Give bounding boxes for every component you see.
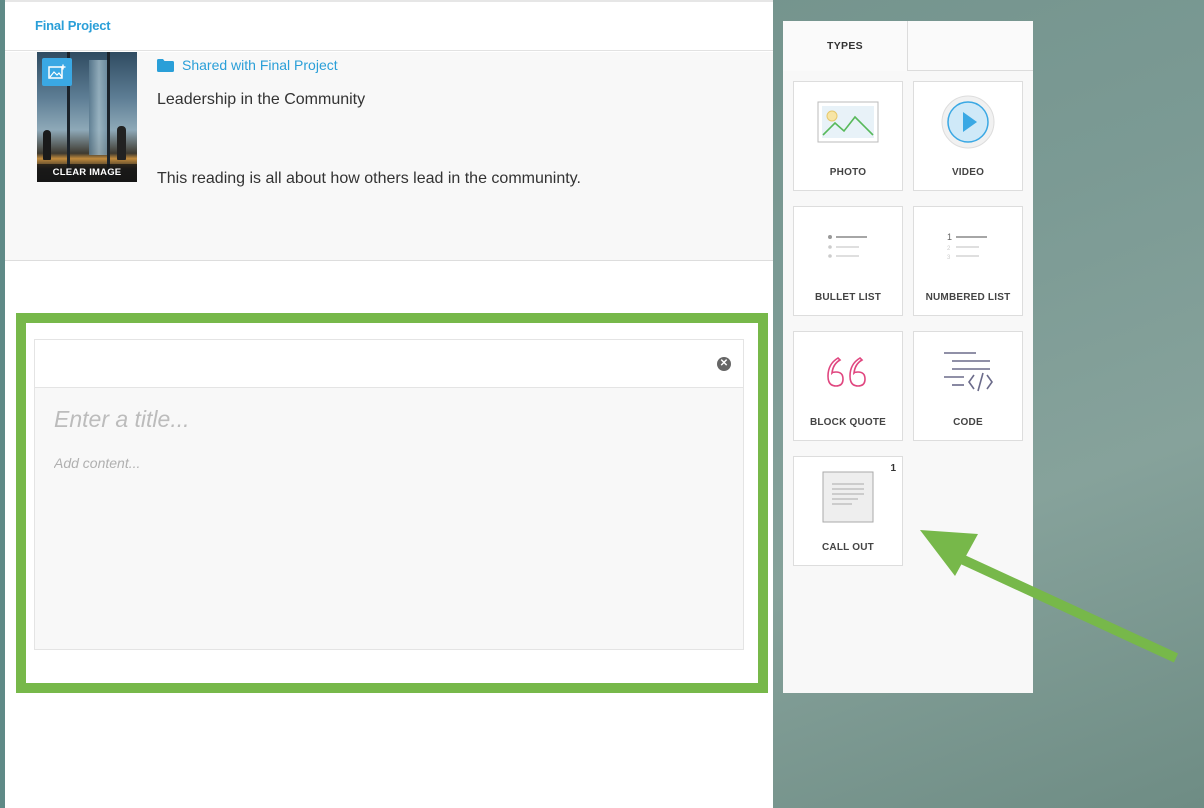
type-call-out[interactable]: 1 CALL OUT (793, 456, 903, 566)
thumbnail-frame (107, 52, 110, 182)
bullet-list-icon (794, 207, 902, 287)
clear-image-button[interactable]: CLEAR IMAGE (37, 164, 137, 182)
shared-label: Shared with Final Project (182, 57, 338, 73)
code-icon (914, 332, 1022, 412)
type-label: BULLET LIST (814, 292, 882, 303)
type-label: CODE (953, 417, 983, 428)
change-image-icon[interactable] (42, 58, 72, 86)
reading-card: CLEAR IMAGE Shared with Final Project Le… (5, 52, 773, 261)
type-label: VIDEO (951, 167, 985, 178)
video-icon (914, 82, 1022, 162)
top-bar: Final Project (5, 0, 773, 51)
svg-text:2: 2 (947, 246, 951, 252)
breadcrumb-final-project[interactable]: Final Project (35, 18, 111, 33)
type-numbered-list[interactable]: 1 2 3 NUMBERED LIST (913, 206, 1023, 316)
thumbnail-person (43, 130, 51, 160)
svg-text:3: 3 (947, 255, 951, 261)
thumbnail-person (117, 126, 126, 160)
callout-editor: ✕ (34, 339, 744, 650)
type-video[interactable]: VIDEO (913, 81, 1023, 191)
type-bullet-list[interactable]: BULLET LIST (793, 206, 903, 316)
reading-description: This reading is all about how others lea… (157, 170, 581, 187)
svg-text:1: 1 (947, 232, 952, 242)
thumbnail-building (89, 60, 109, 155)
close-icon[interactable]: ✕ (717, 357, 731, 371)
type-label: CALL OUT (822, 542, 874, 553)
folder-icon (157, 58, 174, 72)
photo-icon (794, 82, 902, 162)
title-input[interactable] (54, 406, 714, 433)
call-out-icon (794, 457, 902, 537)
tab-types[interactable]: TYPES (783, 21, 908, 71)
reading-title: Leadership in the Community (157, 91, 366, 108)
pointer-arrow (920, 530, 1179, 663)
type-block-quote[interactable]: BLOCK QUOTE (793, 331, 903, 441)
type-photo[interactable]: PHOTO (793, 81, 903, 191)
block-quote-icon (794, 332, 902, 412)
reading-thumbnail: CLEAR IMAGE (37, 52, 137, 182)
editor-header: ✕ (35, 340, 743, 388)
type-label: NUMBERED LIST (925, 292, 1011, 303)
content-input[interactable] (54, 455, 714, 471)
numbered-list-icon: 1 2 3 (914, 207, 1022, 287)
type-code[interactable]: CODE (913, 331, 1023, 441)
main-content: Final Project CLEAR IMAGE Shared with Fi… (5, 0, 773, 808)
shared-with-link[interactable]: Shared with Final Project (157, 57, 338, 73)
panel-tabs: TYPES (783, 21, 1033, 71)
type-label: PHOTO (829, 167, 867, 178)
type-label: BLOCK QUOTE (809, 417, 887, 428)
tab-other[interactable] (908, 21, 1033, 71)
